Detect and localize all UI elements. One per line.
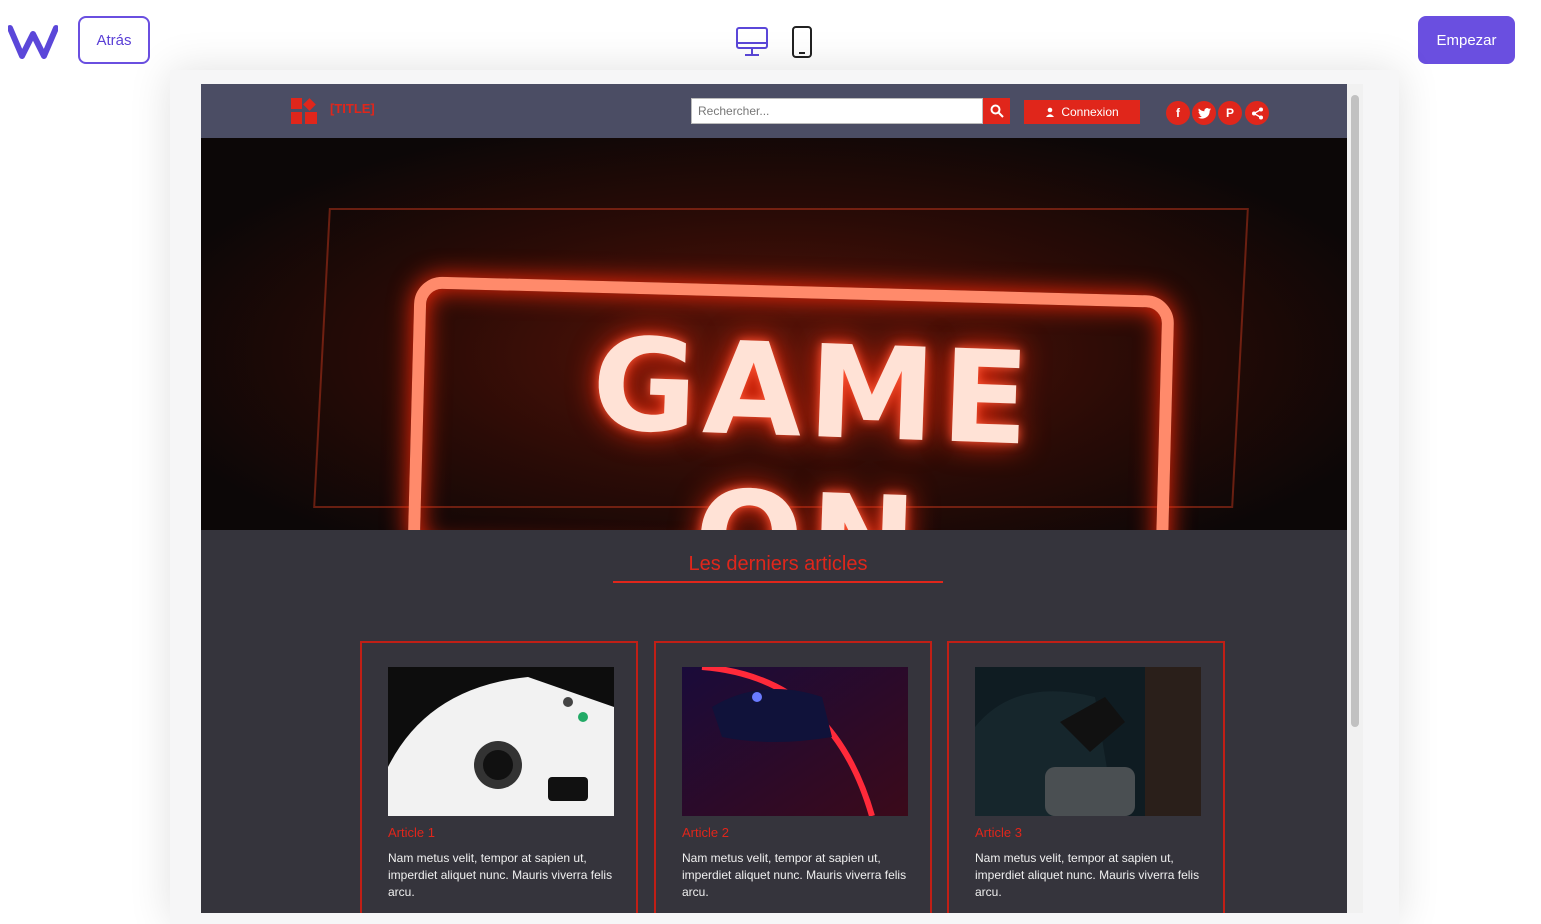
hero-neon-text: GAME ON	[589, 310, 1038, 530]
search-icon	[990, 104, 1004, 118]
article-card-1[interactable]: Article 1 Nam metus velit, tempor at sap…	[360, 641, 638, 913]
user-icon	[1046, 107, 1055, 117]
article-image-1[interactable]	[388, 667, 614, 816]
mobile-view-icon[interactable]	[790, 26, 814, 58]
section-divider	[613, 581, 943, 583]
pinterest-icon[interactable]: P	[1218, 101, 1242, 125]
search-button[interactable]	[983, 98, 1010, 124]
login-button[interactable]: Connexion	[1024, 100, 1140, 124]
site-logo-icon[interactable]	[290, 97, 318, 125]
facebook-icon[interactable]: f	[1166, 101, 1190, 125]
login-label: Connexion	[1061, 105, 1119, 119]
article-excerpt: Nam metus velit, tempor at sapien ut, im…	[682, 851, 907, 899]
search-input[interactable]	[691, 98, 983, 124]
site-header: [TITLE] Connexion f P	[201, 84, 1347, 138]
brand-logo-icon[interactable]	[8, 22, 58, 60]
back-button[interactable]: Atrás	[78, 16, 150, 64]
article-excerpt: Nam metus velit, tempor at sapien ut, im…	[388, 851, 613, 899]
site-title[interactable]: [TITLE]	[330, 101, 375, 116]
article-title[interactable]: Article 3	[975, 825, 1022, 840]
article-card-3[interactable]: Article 3 Nam metus velit, tempor at sap…	[947, 641, 1225, 913]
share-icon[interactable]	[1245, 101, 1269, 125]
site-preview: [TITLE] Connexion f P	[201, 84, 1363, 913]
article-title[interactable]: Article 2	[682, 825, 729, 840]
article-title[interactable]: Article 1	[388, 825, 435, 840]
hero-banner: GAME ON	[201, 138, 1347, 530]
article-excerpt: Nam metus velit, tempor at sapien ut, im…	[975, 851, 1200, 899]
article-image-2[interactable]	[682, 667, 908, 816]
desktop-view-icon[interactable]	[735, 26, 769, 58]
article-card-2[interactable]: Article 2 Nam metus velit, tempor at sap…	[654, 641, 932, 913]
start-button[interactable]: Empezar	[1418, 16, 1515, 64]
section-title: Les derniers articles	[688, 553, 868, 575]
twitter-icon[interactable]	[1192, 101, 1216, 125]
preview-scrollbar-thumb[interactable]	[1351, 95, 1359, 727]
article-image-3[interactable]	[975, 667, 1201, 816]
